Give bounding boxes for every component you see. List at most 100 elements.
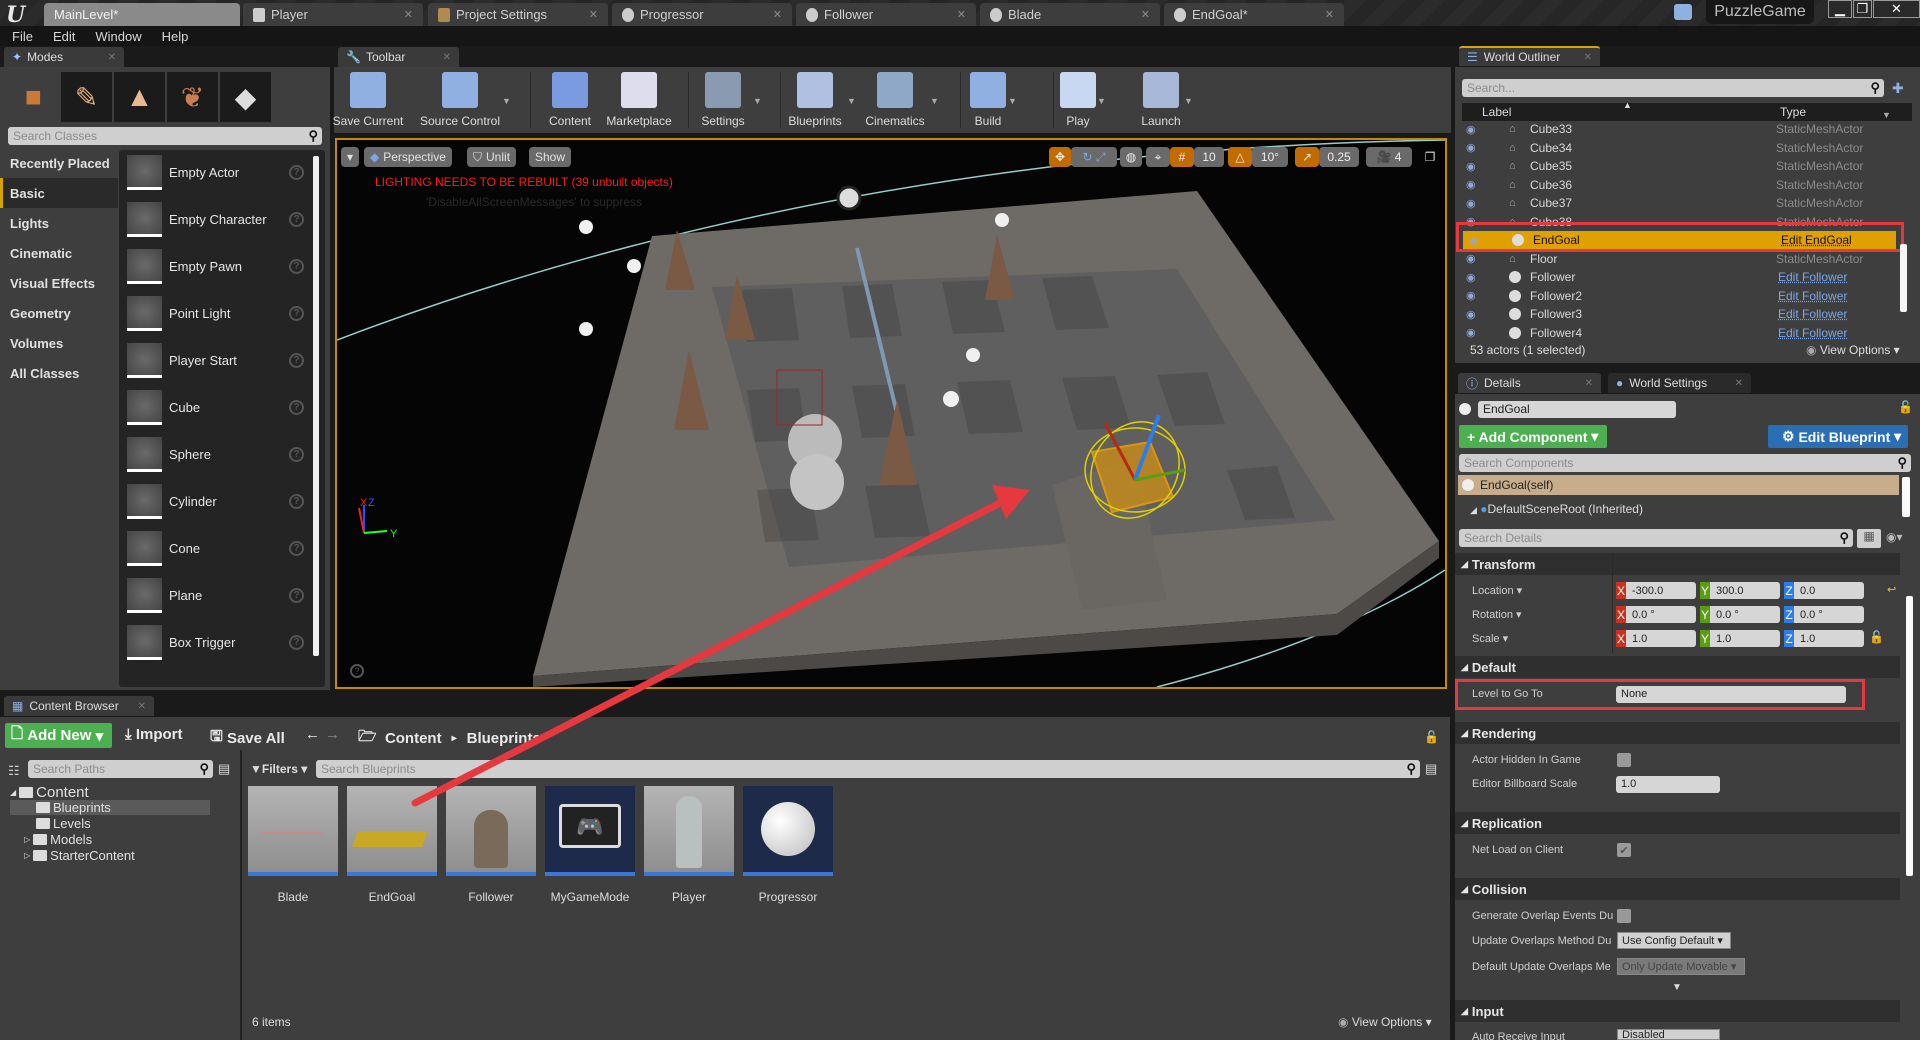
rotate-scale-tools[interactable]: ↻ ⤢ <box>1071 147 1117 167</box>
chevron-down-icon[interactable]: ▼ <box>502 96 511 106</box>
scale-snap-icon[interactable]: ↗ <box>1295 147 1319 167</box>
toolbar-button-marketplace[interactable]: Marketplace <box>602 70 676 132</box>
chevron-down-icon[interactable]: ▼ <box>847 96 856 106</box>
level-viewport[interactable]: X Z Y ▾ ◆ Perspective ⛉ Unlit Show ✥ ↻ ⤢ ◍… <box>335 138 1447 689</box>
scale-x-field[interactable]: X 1.0 <box>1616 630 1696 647</box>
path-options-icon[interactable]: ▤ <box>218 761 230 777</box>
rotation-y-field[interactable]: Y 0.0 ° <box>1700 606 1780 623</box>
collapse-sources-icon[interactable]: ☷ <box>8 763 20 779</box>
edit-blueprint-link[interactable]: Edit Follower <box>1778 270 1847 284</box>
chevron-down-icon[interactable]: ▼ <box>930 96 939 106</box>
toolbar-button-content[interactable]: Content <box>545 70 595 132</box>
menu-edit[interactable]: Edit <box>53 29 75 44</box>
outliner-row[interactable]: ◉ ⌂ Cube35 StaticMeshActor <box>1460 157 1900 175</box>
component-endgoal-self[interactable]: EndGoal(self) <box>1458 475 1899 495</box>
visibility-eye-icon[interactable]: ◉ <box>1466 160 1476 173</box>
close-tab-icon[interactable]: ✕ <box>443 52 451 63</box>
rotation-label[interactable]: Rotation ▾ <box>1472 608 1522 621</box>
placeable-item[interactable]: Cone? <box>127 531 317 578</box>
unlit-button[interactable]: ⛉ Unlit <box>467 147 517 167</box>
close-tab-icon[interactable]: ✕ <box>404 8 413 21</box>
visibility-eye-icon[interactable]: ◉ <box>1466 252 1476 265</box>
close-tab-icon[interactable]: ✕ <box>1584 52 1592 63</box>
tab-progressor[interactable]: Progressor ✕ <box>612 3 792 26</box>
placeable-item[interactable]: Sphere? <box>127 437 317 484</box>
surface-snap-icon[interactable]: ⌖ <box>1146 147 1170 167</box>
rotate-tool-icon[interactable]: ↻ <box>1082 150 1092 164</box>
tab-blade[interactable]: Blade ✕ <box>980 3 1160 26</box>
menu-window[interactable]: Window <box>95 29 141 44</box>
expand-arrow-icon[interactable]: ▷ <box>24 851 30 860</box>
help-icon[interactable]: ? <box>289 165 304 180</box>
save-all-button[interactable]: 🖫 Save All <box>210 726 285 751</box>
visibility-eye-icon[interactable]: ◉ <box>1466 123 1476 136</box>
close-tab-icon[interactable]: ✕ <box>1735 378 1743 389</box>
world-settings-tab[interactable]: ● World Settings ✕ <box>1608 373 1751 393</box>
asset-tile-endgoal[interactable]: EndGoal <box>347 786 437 904</box>
edit-blueprint-button[interactable]: ⚙ Edit Blueprint ▾ <box>1768 425 1908 448</box>
tab-mainlevel[interactable]: MainLevel* <box>44 3 240 26</box>
help-icon[interactable]: ? <box>289 635 304 650</box>
actor-name-input[interactable]: EndGoal <box>1478 401 1676 418</box>
close-tab-icon[interactable]: ✕ <box>957 8 966 21</box>
asset-tile-follower[interactable]: Follower <box>446 786 536 904</box>
billboard-scale-input[interactable]: 1.0 <box>1616 776 1720 793</box>
breadcrumb-content[interactable]: Content <box>385 730 442 747</box>
foliage-mode-icon[interactable]: ❦ <box>167 72 218 122</box>
toolbar-button-cinematics[interactable]: Cinematics <box>862 70 928 132</box>
rotation-snap-icon[interactable]: △ <box>1228 147 1252 167</box>
outliner-scrollbar[interactable] <box>1900 244 1907 312</box>
help-icon[interactable]: ? <box>289 353 304 368</box>
chevron-down-icon[interactable]: ▼ <box>753 96 762 106</box>
camera-speed-button[interactable]: 🎥 4 <box>1366 147 1412 167</box>
generate-overlap-checkbox[interactable] <box>1617 909 1631 923</box>
scale-lock-icon[interactable]: 🔓 <box>1869 630 1884 644</box>
learn-icon[interactable] <box>1674 4 1692 20</box>
chevron-down-icon[interactable]: ▼ <box>1184 96 1193 106</box>
landscape-mode-icon[interactable]: ▲ <box>114 72 165 122</box>
rotation-z-field[interactable]: Z 0.0 ° <box>1784 606 1864 623</box>
scrollbar[interactable] <box>313 156 319 656</box>
expand-arrow-icon[interactable]: ◢ <box>10 788 16 797</box>
collision-section[interactable]: ◢ Collision <box>1455 878 1900 900</box>
outliner-row[interactable]: ◉ ⌂ Cube36 StaticMeshActor <box>1460 176 1900 194</box>
outliner-row[interactable]: ◉ Follower2 Edit Follower <box>1460 287 1900 305</box>
help-icon[interactable]: ? <box>289 212 304 227</box>
grid-snap-icon[interactable]: # <box>1170 147 1194 167</box>
search-classes-input[interactable]: Search Classes ⚲ <box>8 127 322 145</box>
modes-tab[interactable]: ✦ Modes ✕ <box>4 47 124 67</box>
toolbar-button-save-current[interactable]: Save Current <box>333 70 403 132</box>
outliner-row[interactable]: ◉ Follower4 Edit Follower <box>1460 324 1900 342</box>
content-view-options[interactable]: ◉ View Options ▾ <box>1338 1015 1432 1029</box>
details-tab[interactable]: ⓘ Details ✕ <box>1458 373 1601 393</box>
close-tab-icon[interactable]: ✕ <box>1585 378 1593 389</box>
import-button[interactable]: ⤓ Import <box>125 726 182 743</box>
tab-project-settings[interactable]: Project Settings ✕ <box>428 3 608 26</box>
placeable-item[interactable]: Empty Character? <box>127 202 317 249</box>
help-icon[interactable]: ? <box>289 259 304 274</box>
search-assets-input[interactable]: Search Blueprints ⚲ <box>316 760 1420 778</box>
maximize-viewport-icon[interactable]: ❐ <box>1422 147 1438 167</box>
placeable-item[interactable]: Cube? <box>127 390 317 437</box>
paint-mode-icon[interactable]: ✎ <box>61 72 112 122</box>
auto-receive-input-dropdown[interactable]: Disabled <box>1617 1029 1720 1040</box>
outliner-row[interactable]: ◉ ⌂ Cube33 StaticMeshActor <box>1460 120 1900 138</box>
search-details-input[interactable]: Search Details ⚲ <box>1459 529 1853 547</box>
placeable-item[interactable]: Point Light? <box>127 296 317 343</box>
scale-y-field[interactable]: Y 1.0 <box>1700 630 1780 647</box>
scale-snap-value[interactable]: 0.25 <box>1319 147 1359 167</box>
location-y-field[interactable]: Y 300.0 <box>1700 582 1780 599</box>
toolbar-button-settings[interactable]: Settings <box>695 70 751 132</box>
outliner-row[interactable]: ◉ Follower3 Edit Follower <box>1460 305 1900 323</box>
outliner-search-input[interactable]: Search... ⚲ <box>1462 79 1884 97</box>
rendering-section[interactable]: ◢ Rendering <box>1455 722 1900 744</box>
menu-help[interactable]: Help <box>162 29 189 44</box>
label-column-header[interactable]: Label <box>1482 105 1511 119</box>
outliner-row[interactable]: ◉ ⌂ Floor StaticMeshActor <box>1460 250 1900 268</box>
viewport-options-button[interactable]: ▾ <box>341 147 359 167</box>
content-browser-tab[interactable]: ▦ Content Browser ✕ <box>4 696 154 716</box>
visibility-eye-icon[interactable]: ◉ <box>1466 326 1476 339</box>
visibility-eye-icon[interactable]: ◉ <box>1466 178 1476 191</box>
search-components-input[interactable]: Search Components ⚲ <box>1459 454 1911 472</box>
folder-tree-item[interactable]: Levels <box>36 816 91 831</box>
